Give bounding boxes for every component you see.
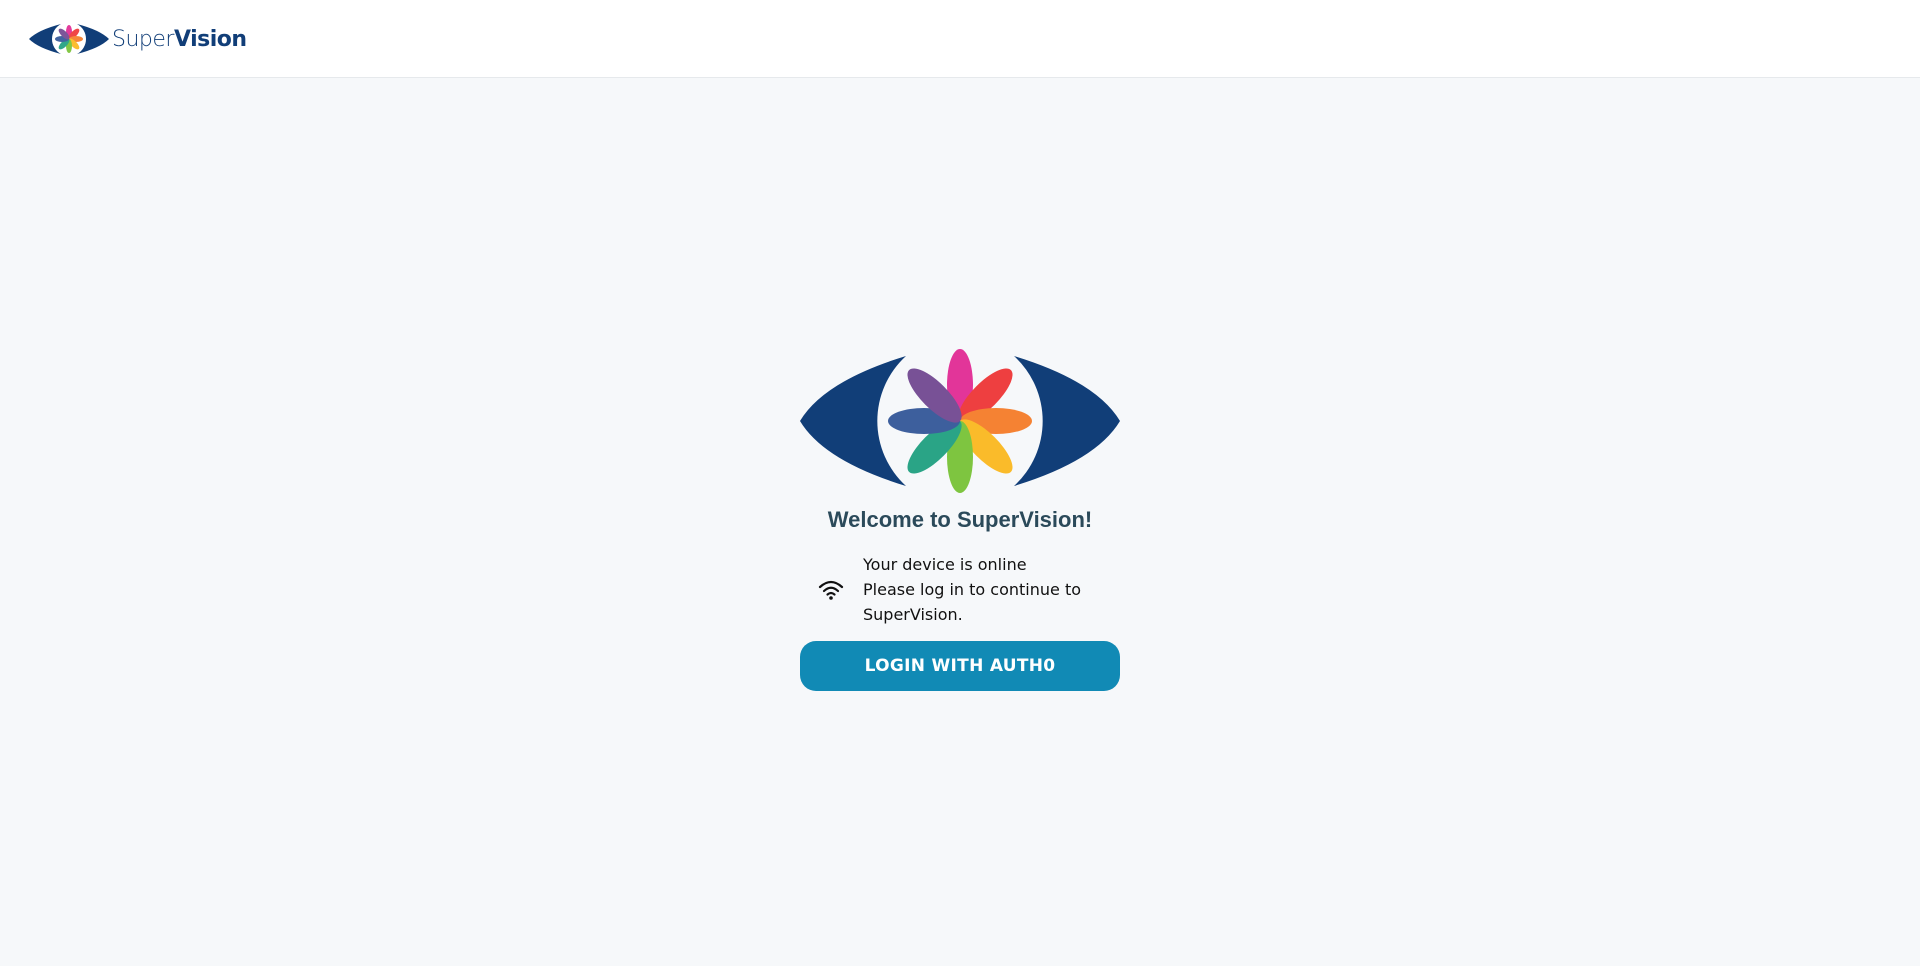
supervision-logo-icon <box>29 24 109 54</box>
welcome-heading: Welcome to SuperVision! <box>827 507 1093 532</box>
supervision-eye-icon <box>800 349 1120 493</box>
login-with-auth0-button[interactable]: LOGIN WITH AUTH0 <box>800 641 1120 691</box>
brand-logo[interactable]: SuperVision <box>29 20 247 58</box>
top-bar: SuperVision <box>0 0 1920 78</box>
connection-status: Your device is online Please log in to c… <box>800 552 1120 627</box>
status-message: Your device is online Please log in to c… <box>863 552 1093 627</box>
wifi-icon <box>818 580 844 600</box>
brand-name-bold: Vision <box>173 26 247 52</box>
status-login-prompt: Please log in to continue to SuperVision… <box>863 580 1082 624</box>
brand-name: SuperVision <box>112 27 247 52</box>
status-online-text: Your device is online <box>863 555 1027 574</box>
login-panel: Welcome to SuperVision! Your device is o… <box>800 349 1120 691</box>
brand-name-light: Super <box>112 26 174 52</box>
